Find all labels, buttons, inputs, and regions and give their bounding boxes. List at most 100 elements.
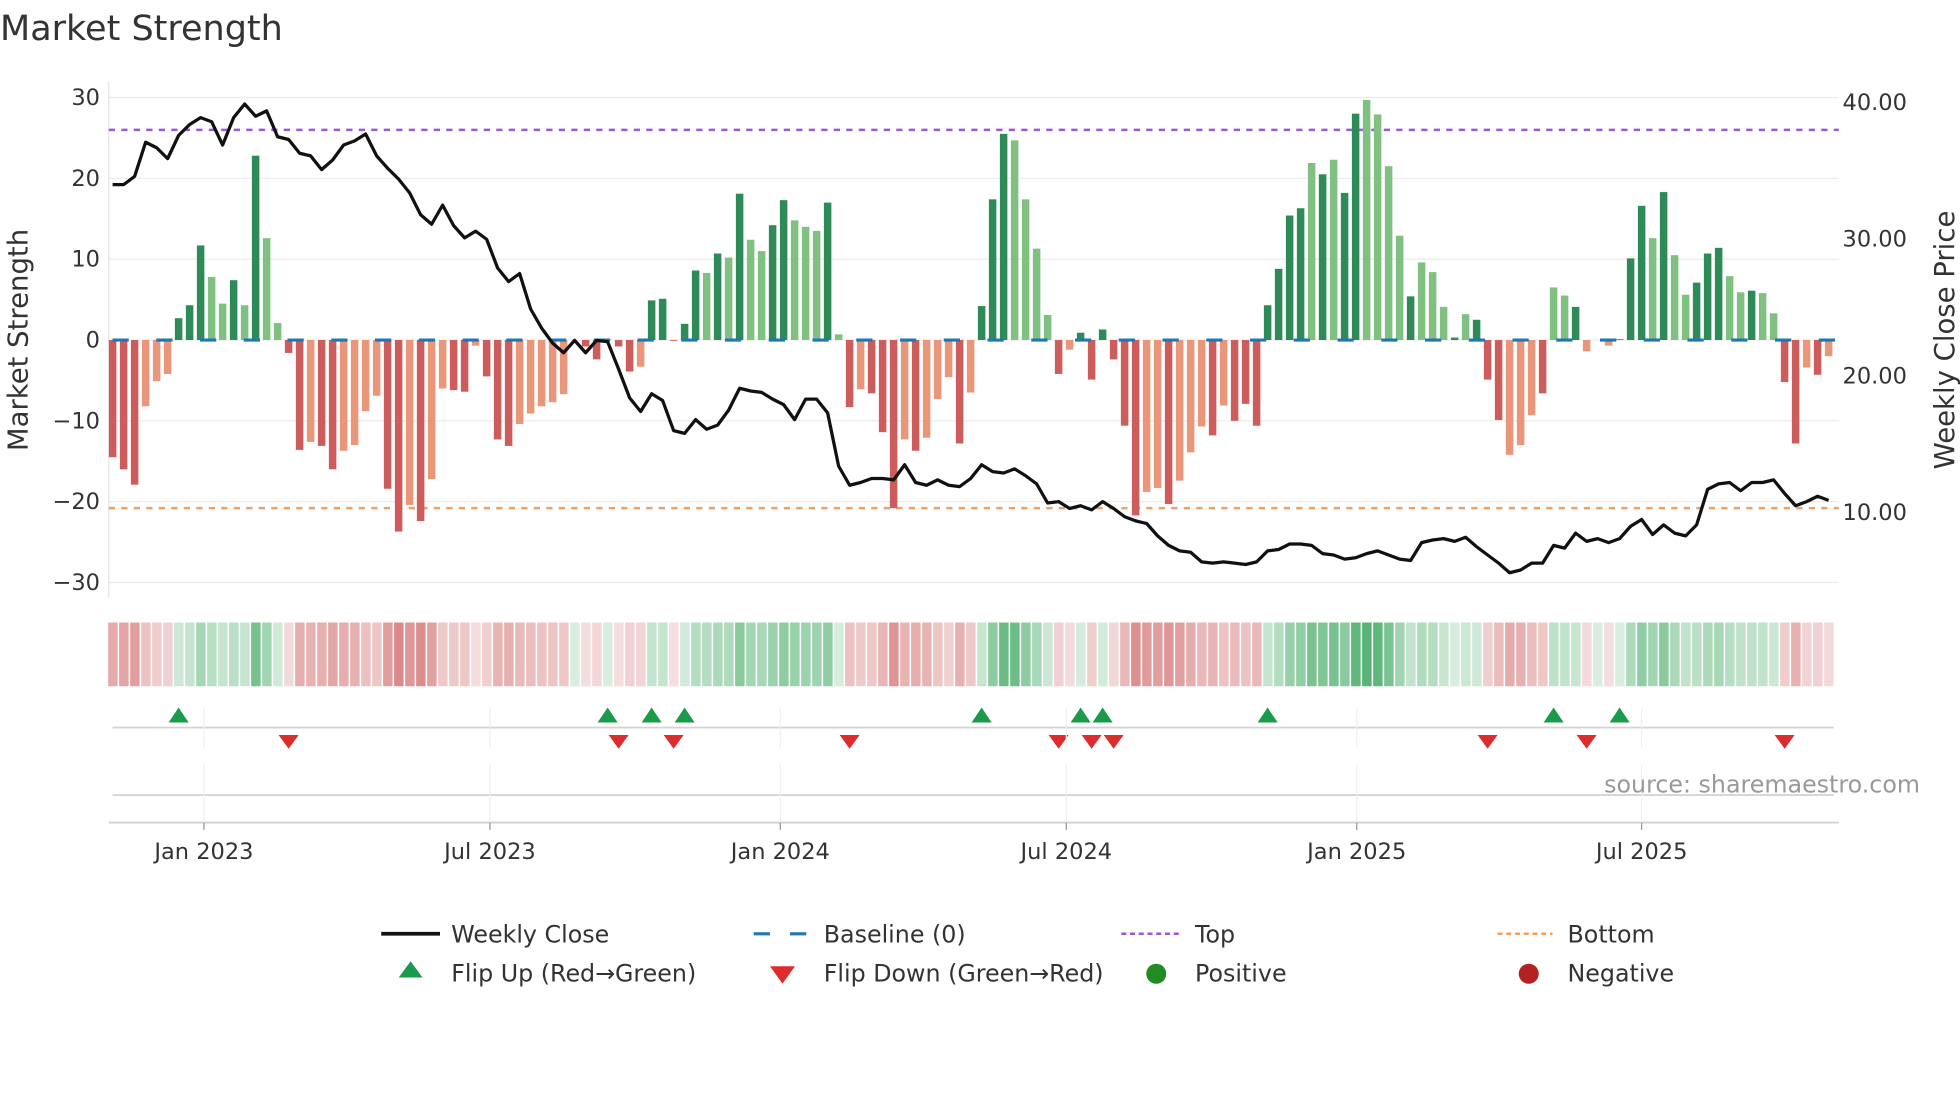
heat-cell bbox=[229, 622, 239, 687]
strength-bar bbox=[1494, 340, 1503, 421]
heat-cell bbox=[757, 622, 767, 687]
flip-down-marker bbox=[1081, 735, 1102, 749]
heat-cell bbox=[1373, 622, 1383, 687]
heat-cell bbox=[1703, 622, 1713, 687]
strength-bar bbox=[966, 340, 975, 393]
heat-cell bbox=[119, 622, 129, 687]
heat-cell bbox=[1604, 622, 1614, 687]
strength-bar bbox=[724, 257, 733, 340]
strength-bar bbox=[130, 340, 139, 485]
strength-bar bbox=[1769, 313, 1778, 340]
strength-bar bbox=[1131, 340, 1140, 516]
strength-bar bbox=[493, 340, 502, 440]
strength-bar bbox=[1736, 292, 1745, 340]
heat-cell bbox=[1692, 622, 1702, 687]
legend-label: Positive bbox=[1195, 959, 1287, 987]
strength-bar bbox=[1439, 306, 1448, 340]
heat-cell bbox=[966, 622, 976, 687]
strength-bar bbox=[933, 340, 942, 400]
strength-bar bbox=[328, 340, 337, 470]
strength-bar bbox=[988, 199, 997, 340]
heat-cell bbox=[339, 622, 349, 687]
strength-bar bbox=[1417, 262, 1426, 340]
heat-cell bbox=[1813, 622, 1823, 687]
strength-bar bbox=[889, 340, 898, 509]
heat-cell bbox=[559, 622, 569, 687]
strength-bar bbox=[438, 340, 447, 389]
strength-bar bbox=[625, 340, 634, 372]
strength-bar bbox=[1813, 340, 1822, 375]
heat-cell bbox=[801, 622, 811, 687]
y2-tick-label: 40.00 bbox=[1843, 90, 1907, 116]
heat-cell bbox=[372, 622, 382, 687]
flip-up-marker bbox=[971, 707, 992, 723]
heat-cell bbox=[1065, 622, 1075, 687]
flip-up-marker bbox=[1257, 707, 1278, 723]
strength-bar bbox=[1043, 314, 1052, 340]
heat-cell bbox=[1560, 622, 1570, 687]
legend-item-neg: Negative bbox=[1518, 959, 1674, 987]
heat-cell bbox=[1549, 622, 1559, 687]
x-tick-label: Jul 2024 bbox=[1019, 839, 1113, 865]
legend-label: Flip Up (Red→Green) bbox=[451, 959, 696, 987]
legend-label: Top bbox=[1194, 921, 1235, 949]
strength-bars bbox=[108, 99, 1833, 532]
legend: Weekly Close Baseline (0) Top Bottom Flip Up… bbox=[381, 921, 1674, 987]
heat-cell bbox=[1450, 622, 1460, 687]
strength-bar bbox=[1472, 319, 1481, 340]
heat-cell bbox=[867, 622, 877, 687]
y-tick-label: 0 bbox=[86, 328, 100, 354]
y-tick-label: 20 bbox=[71, 166, 100, 192]
strength-bar bbox=[1219, 340, 1228, 406]
strength-bar bbox=[1120, 340, 1129, 426]
heat-cell bbox=[768, 622, 778, 687]
strength-bar bbox=[1692, 282, 1701, 340]
y-tick-label: 10 bbox=[71, 247, 100, 273]
heat-cell bbox=[1483, 622, 1493, 687]
strength-bar bbox=[1362, 99, 1371, 340]
strength-bar bbox=[416, 340, 425, 522]
heat-cell bbox=[1384, 622, 1394, 687]
strength-bar bbox=[1208, 340, 1217, 436]
legend-item-line: Weekly Close bbox=[381, 921, 609, 949]
strength-bar bbox=[1153, 340, 1162, 488]
heat-cell bbox=[1329, 622, 1339, 687]
strength-bar bbox=[1186, 340, 1195, 453]
heat-cell bbox=[1802, 622, 1812, 687]
heat-cell bbox=[273, 622, 283, 687]
y-tick-label: −10 bbox=[53, 408, 100, 434]
heat-cell bbox=[1076, 622, 1086, 687]
heat-cell bbox=[834, 622, 844, 687]
heat-cell bbox=[669, 622, 679, 687]
heat-cell bbox=[1670, 622, 1680, 687]
heat-cell bbox=[1131, 622, 1141, 687]
flip-down-marker bbox=[1048, 735, 1069, 749]
strength-bar bbox=[1659, 192, 1668, 340]
strength-bar bbox=[405, 340, 414, 505]
heat-cell bbox=[130, 622, 140, 687]
heat-cell bbox=[779, 622, 789, 687]
heat-cell bbox=[911, 622, 921, 687]
strength-bar bbox=[548, 340, 557, 403]
strength-bar bbox=[867, 340, 876, 394]
x-tick-label: Jul 2023 bbox=[442, 839, 536, 865]
heat-cell bbox=[1120, 622, 1130, 687]
legend-item-bottom: Bottom bbox=[1497, 921, 1655, 949]
heat-cell bbox=[1164, 622, 1174, 687]
strength-bar bbox=[1351, 113, 1360, 340]
strength-bar bbox=[1406, 296, 1415, 340]
heat-cell bbox=[185, 622, 195, 687]
heat-cell bbox=[1527, 622, 1537, 687]
flip-down-marker bbox=[608, 735, 629, 749]
strength-bar bbox=[295, 340, 304, 450]
strength-bar bbox=[669, 340, 678, 341]
strength-bar bbox=[823, 202, 832, 340]
heat-cell bbox=[1263, 622, 1273, 687]
flip-up-marker bbox=[597, 707, 618, 723]
strength-bar bbox=[1703, 253, 1712, 340]
heat-cell bbox=[1010, 622, 1020, 687]
strength-bar bbox=[383, 340, 392, 489]
weekly-close-line bbox=[112, 102, 1830, 575]
heat-cell bbox=[1747, 622, 1757, 687]
heat-cell bbox=[603, 622, 613, 687]
